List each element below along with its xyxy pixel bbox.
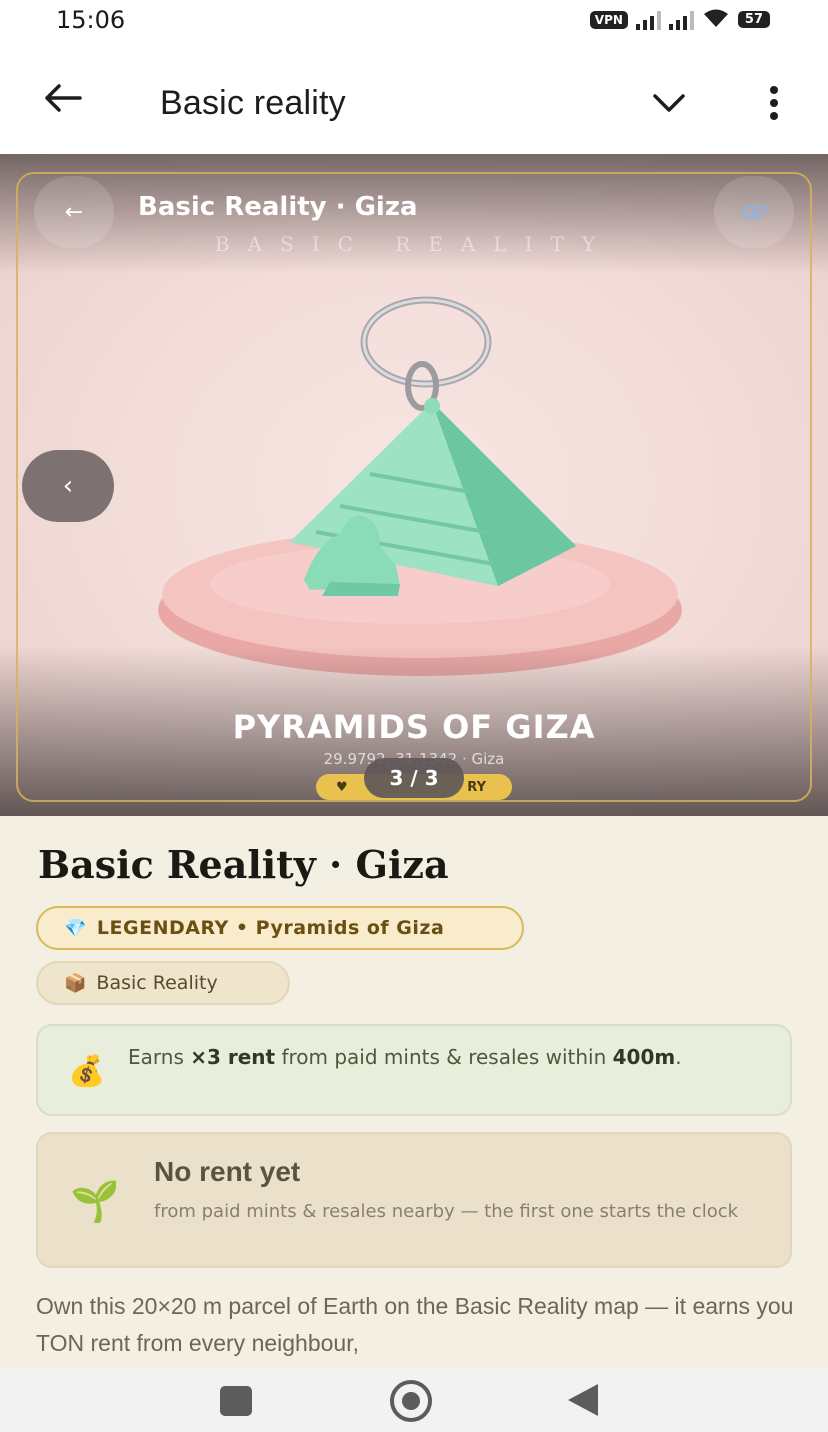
parcel-title: Basic Reality · Giza: [38, 842, 449, 887]
arrow-left-icon: [45, 84, 82, 112]
rarity-chip[interactable]: 💎 LEGENDARY • Pyramids of Giza: [36, 906, 524, 950]
vpn-badge: VPN: [589, 10, 628, 29]
link-icon: [741, 204, 767, 220]
heart-icon: ♥: [336, 779, 348, 795]
signal-icon: [635, 10, 661, 30]
package-icon: 📦: [64, 972, 87, 994]
expand-button[interactable]: [644, 78, 694, 128]
more-menu-button[interactable]: [752, 78, 796, 128]
recents-icon[interactable]: [220, 1386, 252, 1416]
no-rent-title: No rent yet: [154, 1156, 301, 1187]
signal-icon-2: [668, 10, 694, 30]
image-counter: 3 / 3: [364, 758, 464, 798]
collection-chip[interactable]: 📦 Basic Reality: [36, 961, 290, 1005]
wifi-icon: [702, 8, 730, 31]
previous-image-button[interactable]: ‹: [22, 450, 114, 522]
status-icons: VPN 57: [589, 8, 770, 31]
status-time: 15:06: [56, 6, 126, 34]
gem-icon: 💎: [64, 917, 87, 939]
sprout-icon: 🌱: [70, 1179, 120, 1225]
rarity-chip-label: LEGENDARY • Pyramids of Giza: [96, 917, 445, 939]
share-link-button[interactable]: [714, 176, 794, 248]
hero-back-button[interactable]: ←: [34, 176, 114, 248]
collection-chip-label: Basic Reality: [96, 972, 218, 994]
earnings-text: Earns ×3 rent from paid mints & resales …: [128, 1045, 682, 1069]
battery-icon: 57: [737, 11, 770, 28]
hero-rarity-text: RY: [467, 779, 486, 795]
system-nav-bar: [0, 1368, 828, 1432]
detail-content: Basic Reality · Giza 💎 LEGENDARY • Pyram…: [0, 816, 828, 1368]
back-icon[interactable]: [568, 1384, 598, 1416]
no-rent-card: 🌱 No rent yet from paid mints & resales …: [36, 1132, 792, 1268]
status-bar: 15:06 VPN 57: [0, 0, 828, 44]
no-rent-subtitle: from paid mints & resales nearby — the f…: [154, 1201, 739, 1222]
hero-title: Basic Reality · Giza: [138, 192, 418, 222]
home-icon[interactable]: [390, 1380, 432, 1422]
earnings-info-card: 💰 Earns ×3 rent from paid mints & resale…: [36, 1024, 792, 1116]
app-bar: Basic reality: [0, 44, 828, 154]
page-title: Basic reality: [160, 84, 346, 122]
more-vert-icon: [770, 86, 778, 120]
landmark-name: PYRAMIDS OF GIZA: [232, 708, 596, 746]
money-bag-icon: 💰: [68, 1054, 106, 1089]
hero-watermark: BASIC REALITY: [214, 232, 614, 256]
parcel-description: Own this 20×20 m parcel of Earth on the …: [36, 1293, 794, 1356]
chevron-down-icon: [653, 94, 685, 112]
hero-image-card[interactable]: BASIC REALITY ← Basic Reality · Giza ‹ P…: [0, 154, 828, 816]
back-button[interactable]: [36, 72, 88, 124]
